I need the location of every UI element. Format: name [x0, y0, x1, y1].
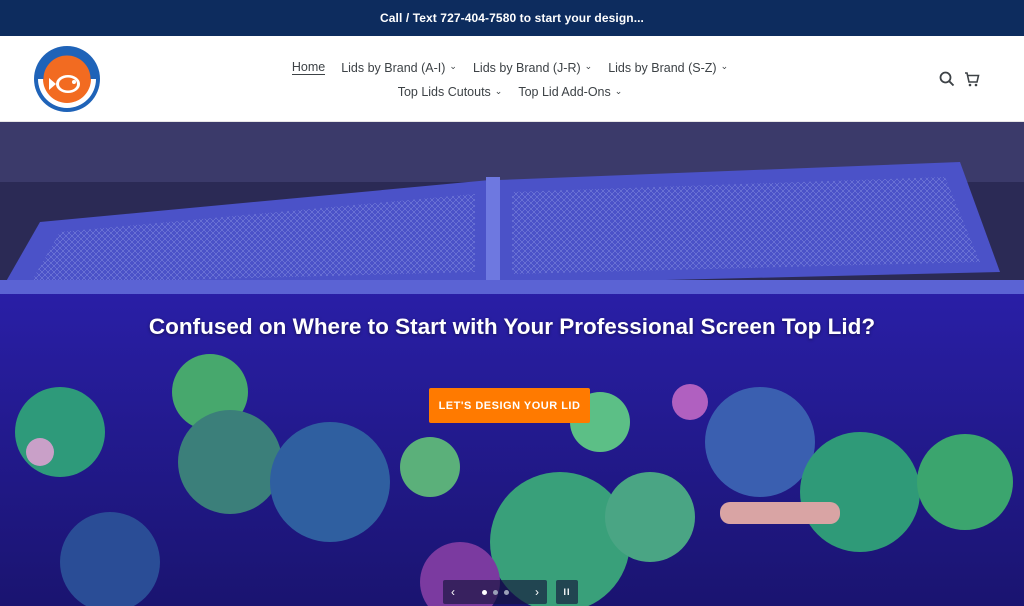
- nav-item-label: Lids by Brand (A-I): [341, 60, 446, 75]
- chevron-down-icon: ⌄: [449, 61, 457, 71]
- hero-slideshow: Confused on Where to Start with Your Pro…: [0, 122, 1024, 606]
- design-lid-button[interactable]: LET'S DESIGN YOUR LID: [429, 388, 590, 423]
- slide-dot[interactable]: [503, 589, 509, 595]
- chevron-down-icon: ⌄: [494, 85, 503, 96]
- nav-row-primary: Home Lids by Brand (A-I) ⌄ Lids by Brand (J…: [284, 58, 736, 77]
- nav-item-label: Home: [291, 60, 326, 75]
- main-nav: Home Lids by Brand (A-I) ⌄ Lids by Brand (J…: [240, 58, 780, 101]
- nav-item-home[interactable]: Home: [284, 58, 333, 77]
- nav-row-secondary: Top Lids Cutouts ⌄ Top Lid Add-Ons ⌄: [390, 83, 631, 101]
- nav-item-label: Top Lids Cutouts: [397, 85, 491, 99]
- nav-item-lids-by-brand-s-z[interactable]: Lids by Brand (S-Z) ⌄: [600, 59, 736, 77]
- nav-item-label: Top Lid Add-Ons: [518, 85, 611, 99]
- site-header: Home Lids by Brand (A-I) ⌄ Lids by Brand (J…: [0, 36, 1024, 122]
- pause-icon: II: [563, 587, 571, 597]
- slideshow-controls: ‹ ›: [443, 580, 547, 604]
- announcement-text: Call / Text 727-404-7580 to start your d…: [379, 11, 644, 25]
- nav-item-top-lid-add-ons[interactable]: Top Lid Add-Ons ⌄: [510, 83, 630, 101]
- nav-item-top-lids-cutouts[interactable]: Top Lids Cutouts ⌄: [390, 83, 511, 101]
- nav-item-lids-by-brand-j-r[interactable]: Lids by Brand (J-R) ⌄: [465, 59, 600, 77]
- slide-dot[interactable]: [492, 589, 498, 595]
- hero-aquarium-image: [0, 122, 1024, 606]
- slide-dot[interactable]: [481, 589, 487, 595]
- slide-prev-button[interactable]: ‹: [451, 585, 455, 599]
- fish-logo-icon: [34, 46, 100, 112]
- slideshow-pause-button[interactable]: II: [556, 580, 578, 604]
- nav-item-lids-by-brand-a-i[interactable]: Lids by Brand (A-I) ⌄: [333, 59, 465, 77]
- nav-item-label: Lids by Brand (S-Z): [608, 60, 717, 75]
- announcement-bar: Call / Text 727-404-7580 to start your d…: [0, 0, 1024, 36]
- nav-item-label: Lids by Brand (J-R): [472, 60, 581, 75]
- chevron-down-icon: ⌄: [720, 61, 729, 71]
- site-logo[interactable]: [32, 44, 102, 114]
- slide-dots: [481, 589, 509, 595]
- search-icon[interactable]: [938, 70, 956, 88]
- hero-title: Confused on Where to Start with Your Pro…: [148, 314, 876, 339]
- slide-next-button[interactable]: ›: [535, 585, 539, 599]
- cart-icon[interactable]: [963, 70, 981, 88]
- chevron-down-icon: ⌄: [584, 61, 593, 71]
- chevron-down-icon: ⌄: [614, 85, 623, 96]
